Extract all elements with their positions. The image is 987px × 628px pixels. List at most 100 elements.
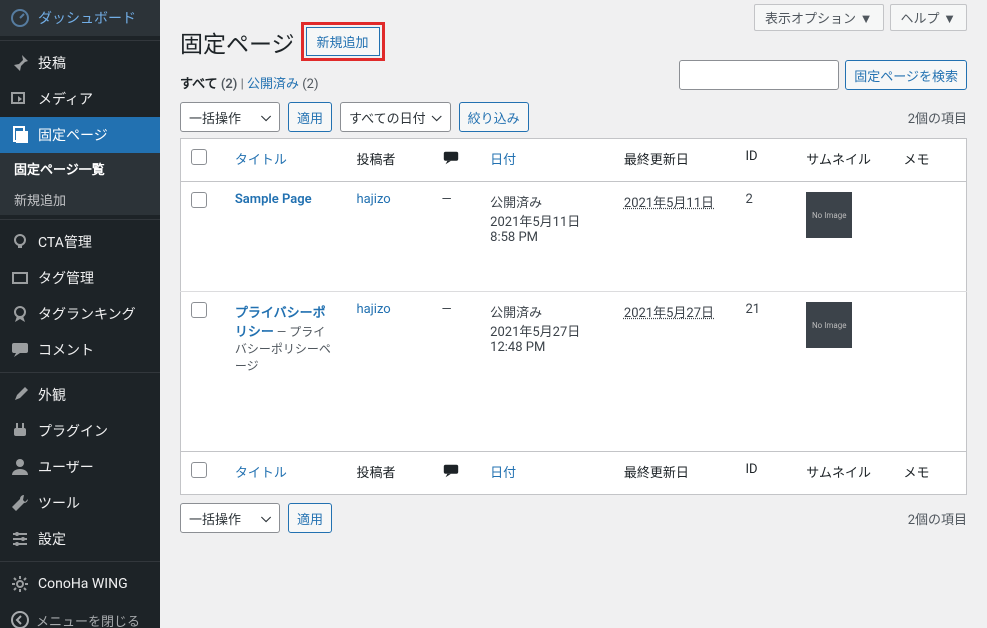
select-all-checkbox-footer[interactable] bbox=[191, 462, 207, 478]
col-comments[interactable] bbox=[432, 139, 481, 182]
sidebar-submenu: 固定ページ一覧 新規追加 bbox=[0, 153, 160, 215]
filter-published[interactable]: 公開済み (2) bbox=[247, 77, 319, 92]
sidebar-label: 設定 bbox=[38, 529, 66, 549]
apply-button[interactable]: 適用 bbox=[288, 102, 332, 132]
collapse-label: メニューを閉じる bbox=[36, 611, 140, 628]
sidebar-label: ツール bbox=[38, 493, 80, 513]
col-author: 投稿者 bbox=[346, 452, 431, 495]
sidebar-label: タグ管理 bbox=[38, 268, 94, 288]
tag-icon bbox=[10, 268, 30, 288]
row-thumbnail: No Image bbox=[806, 302, 852, 348]
row-comments: — bbox=[432, 292, 481, 452]
sidebar-item-cta[interactable]: CTA管理 bbox=[0, 224, 160, 260]
comment-column-icon bbox=[442, 149, 460, 167]
search-row: 固定ページを検索 bbox=[679, 60, 967, 90]
col-title[interactable]: タイトル bbox=[225, 452, 347, 495]
row-memo bbox=[893, 292, 966, 452]
col-author: 投稿者 bbox=[346, 139, 431, 182]
col-id: ID bbox=[735, 139, 796, 182]
row-checkbox[interactable] bbox=[191, 192, 207, 208]
col-date[interactable]: 日付 bbox=[480, 139, 614, 182]
sidebar-item-plugins[interactable]: プラグイン bbox=[0, 413, 160, 449]
sidebar-collapse[interactable]: メニューを閉じる bbox=[0, 602, 160, 628]
sidebar-item-tag-ranking[interactable]: タグランキング bbox=[0, 296, 160, 332]
row-author-link[interactable]: hajizo bbox=[356, 192, 390, 207]
sidebar-item-pages[interactable]: 固定ページ bbox=[0, 117, 160, 153]
page-icon bbox=[10, 125, 30, 145]
filter-button[interactable]: 絞り込み bbox=[459, 102, 529, 132]
sidebar-item-users[interactable]: ユーザー bbox=[0, 449, 160, 485]
comment-icon bbox=[10, 340, 30, 360]
search-input[interactable] bbox=[679, 60, 839, 90]
sidebar-sub-add-new[interactable]: 新規追加 bbox=[0, 184, 160, 215]
col-comments[interactable] bbox=[432, 452, 481, 495]
sidebar-label: メディア bbox=[38, 89, 93, 109]
row-author-link[interactable]: hajizo bbox=[356, 302, 390, 317]
sidebar-label: CTA管理 bbox=[38, 232, 92, 252]
col-date[interactable]: 日付 bbox=[480, 452, 614, 495]
collapse-icon bbox=[10, 610, 30, 628]
sidebar-item-appearance[interactable]: 外観 bbox=[0, 377, 160, 413]
comment-column-icon bbox=[442, 462, 460, 480]
add-new-button[interactable]: 新規追加 bbox=[306, 27, 380, 56]
sidebar-sub-pages-list[interactable]: 固定ページ一覧 bbox=[0, 153, 160, 184]
top-buttons: 表示オプション ▼ ヘルプ ▼ bbox=[754, 4, 967, 31]
row-memo bbox=[893, 182, 966, 292]
sidebar-label: ConoHa WING bbox=[38, 576, 128, 592]
screen-options-button[interactable]: 表示オプション ▼ bbox=[754, 4, 883, 31]
page-title: 固定ページ bbox=[180, 25, 295, 59]
admin-sidebar: ダッシュボード 投稿 メディア 固定ページ 固定ページ一覧 新規追加 CTA管理… bbox=[0, 0, 160, 628]
plugin-icon bbox=[10, 421, 30, 441]
sidebar-item-conoha[interactable]: ConoHa WING bbox=[0, 566, 160, 602]
col-modified: 最終更新日 bbox=[614, 452, 736, 495]
col-modified: 最終更新日 bbox=[614, 139, 736, 182]
col-title[interactable]: タイトル bbox=[225, 139, 347, 182]
col-memo: メモ bbox=[893, 139, 966, 182]
row-title-link[interactable]: Sample Page bbox=[235, 192, 312, 207]
select-all-checkbox[interactable] bbox=[191, 149, 207, 165]
sidebar-label: 外観 bbox=[38, 385, 66, 405]
settings-icon bbox=[10, 529, 30, 549]
row-checkbox[interactable] bbox=[191, 302, 207, 318]
help-button[interactable]: ヘルプ ▼ bbox=[890, 4, 967, 31]
sidebar-item-tag-manage[interactable]: タグ管理 bbox=[0, 260, 160, 296]
col-id: ID bbox=[735, 452, 796, 495]
bulb-icon bbox=[10, 232, 30, 252]
row-id: 2 bbox=[735, 182, 796, 292]
row-date: 公開済み2021年5月27日 12:48 PM bbox=[480, 292, 614, 452]
bulk-action-select[interactable]: 一括操作 bbox=[180, 102, 280, 132]
row-id: 21 bbox=[735, 292, 796, 452]
medal-icon bbox=[10, 304, 30, 324]
row-comments: — bbox=[432, 182, 481, 292]
bulk-action-select-bottom[interactable]: 一括操作 bbox=[180, 503, 280, 533]
col-thumb: サムネイル bbox=[796, 139, 893, 182]
items-count-bottom: 2個の項目 bbox=[908, 509, 967, 528]
table-row: Sample Page hajizo — 公開済み2021年5月11日 8:58… bbox=[181, 182, 967, 292]
row-modified: 2021年5月27日 bbox=[624, 306, 714, 321]
tablenav-top: 一括操作 適用 すべての日付 絞り込み 2個の項目 bbox=[180, 102, 967, 132]
pages-table: タイトル 投稿者 日付 最終更新日 ID サムネイル メモ Sample Pag… bbox=[180, 138, 967, 495]
sidebar-label: コメント bbox=[38, 340, 94, 360]
sidebar-item-media[interactable]: メディア bbox=[0, 81, 160, 117]
date-filter-select[interactable]: すべての日付 bbox=[340, 102, 451, 132]
sidebar-label: プラグイン bbox=[38, 421, 108, 441]
filter-all[interactable]: すべて (2) bbox=[180, 77, 237, 92]
sidebar-item-tools[interactable]: ツール bbox=[0, 485, 160, 521]
sidebar-label: 投稿 bbox=[38, 53, 66, 73]
sidebar-item-posts[interactable]: 投稿 bbox=[0, 45, 160, 81]
sidebar-item-dashboard[interactable]: ダッシュボード bbox=[0, 0, 160, 36]
sidebar-item-comments[interactable]: コメント bbox=[0, 332, 160, 368]
col-memo: メモ bbox=[893, 452, 966, 495]
col-thumb: サムネイル bbox=[796, 452, 893, 495]
apply-button-bottom[interactable]: 適用 bbox=[288, 503, 332, 533]
user-icon bbox=[10, 457, 30, 477]
search-button[interactable]: 固定ページを検索 bbox=[845, 60, 967, 90]
row-modified: 2021年5月11日 bbox=[624, 196, 714, 211]
gear-icon bbox=[10, 574, 30, 594]
table-row: プライバシーポリシー — プライバシーポリシーページ hajizo — 公開済み… bbox=[181, 292, 967, 452]
sidebar-item-settings[interactable]: 設定 bbox=[0, 521, 160, 557]
main-content: 表示オプション ▼ ヘルプ ▼ 固定ページ 新規追加 固定ページを検索 すべて … bbox=[160, 0, 987, 628]
sidebar-label: タグランキング bbox=[38, 304, 136, 324]
sidebar-label: ダッシュボード bbox=[38, 8, 136, 28]
add-new-highlight: 新規追加 bbox=[301, 22, 385, 61]
